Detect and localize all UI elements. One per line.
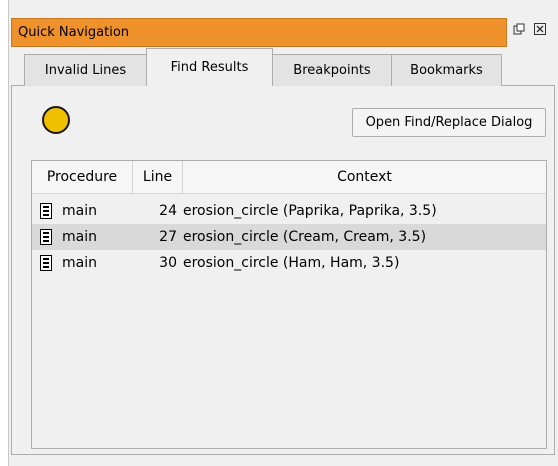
procedure-icon — [40, 229, 52, 245]
open-find-replace-dialog-button[interactable]: Open Find/Replace Dialog — [352, 108, 546, 137]
procedure-cell: main — [32, 203, 133, 219]
column-label: Procedure — [46, 169, 118, 185]
table-row-selected[interactable]: main 27 erosion_circle (Cream, Cream, 3.… — [32, 224, 546, 250]
procedure-name: main — [62, 203, 97, 219]
procedure-cell: main — [32, 229, 133, 245]
context-cell: erosion_circle (Cream, Cream, 3.5) — [183, 229, 427, 245]
tab-invalid-lines[interactable]: Invalid Lines — [24, 54, 147, 86]
procedure-icon — [40, 203, 52, 219]
table-row[interactable]: main 30 erosion_circle (Ham, Ham, 3.5) — [32, 250, 546, 276]
status-indicator — [42, 106, 70, 134]
tab-breakpoints[interactable]: Breakpoints — [272, 54, 392, 86]
table-header: Procedure Line Context — [32, 161, 546, 194]
title-bar[interactable]: Quick Navigation — [11, 18, 507, 47]
button-label: Open Find/Replace Dialog — [365, 115, 533, 130]
close-icon[interactable] — [534, 23, 546, 35]
tab-find-results[interactable]: Find Results — [146, 48, 273, 86]
procedure-name: main — [62, 229, 97, 245]
title-controls — [513, 23, 546, 35]
procedure-name: main — [62, 255, 97, 271]
tab-label: Bookmarks — [410, 63, 483, 78]
line-cell: 30 — [159, 255, 177, 271]
procedure-icon — [40, 255, 52, 271]
tab-bookmarks[interactable]: Bookmarks — [391, 54, 502, 86]
column-label: Line — [142, 169, 173, 185]
column-header-line[interactable]: Line — [133, 161, 183, 193]
window-title: Quick Navigation — [18, 25, 130, 40]
left-border — [0, 0, 9, 466]
column-header-context[interactable]: Context — [183, 161, 546, 193]
tab-label: Find Results — [170, 60, 249, 75]
line-cell: 27 — [159, 229, 177, 245]
float-icon[interactable] — [513, 23, 525, 35]
context-cell: erosion_circle (Ham, Ham, 3.5) — [183, 255, 400, 271]
table-row[interactable]: main 24 erosion_circle (Paprika, Paprika… — [32, 198, 546, 224]
line-cell: 24 — [159, 203, 177, 219]
procedure-cell: main — [32, 255, 133, 271]
find-results-table[interactable]: Procedure Line Context main 24 erosion_c… — [31, 160, 547, 449]
column-header-procedure[interactable]: Procedure — [32, 161, 133, 193]
column-label: Context — [337, 169, 392, 185]
tab-label: Invalid Lines — [44, 63, 127, 78]
context-cell: erosion_circle (Paprika, Paprika, 3.5) — [183, 203, 437, 219]
tab-label: Breakpoints — [293, 63, 371, 78]
